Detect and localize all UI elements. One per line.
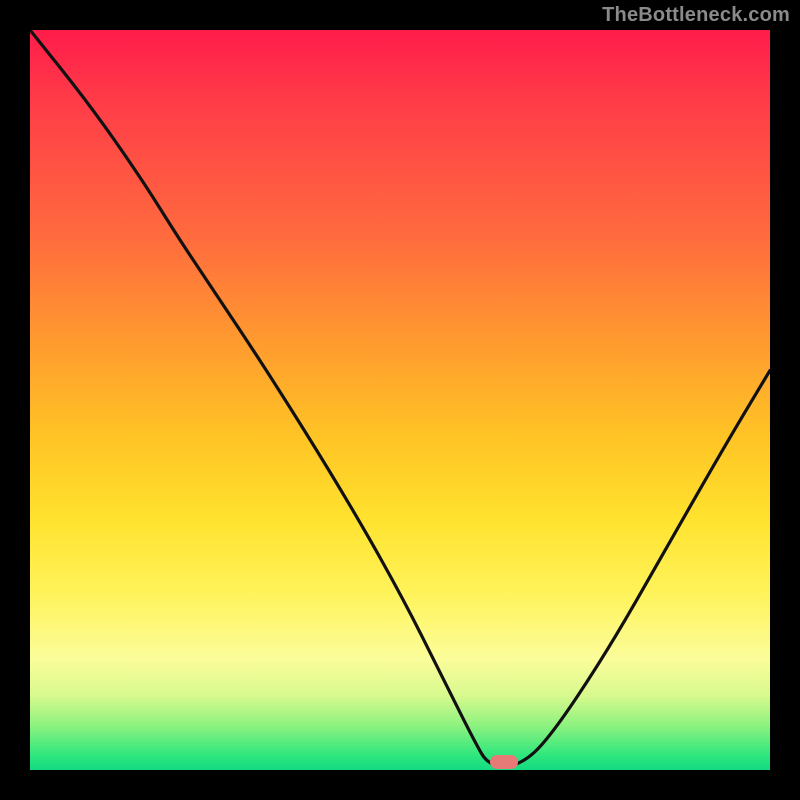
optimal-marker bbox=[490, 755, 518, 769]
plot-area bbox=[30, 30, 770, 770]
attribution-label: TheBottleneck.com bbox=[602, 4, 790, 27]
curve-overlay bbox=[30, 30, 770, 770]
chart-frame: TheBottleneck.com bbox=[0, 0, 800, 800]
bottleneck-curve-path bbox=[30, 30, 770, 766]
